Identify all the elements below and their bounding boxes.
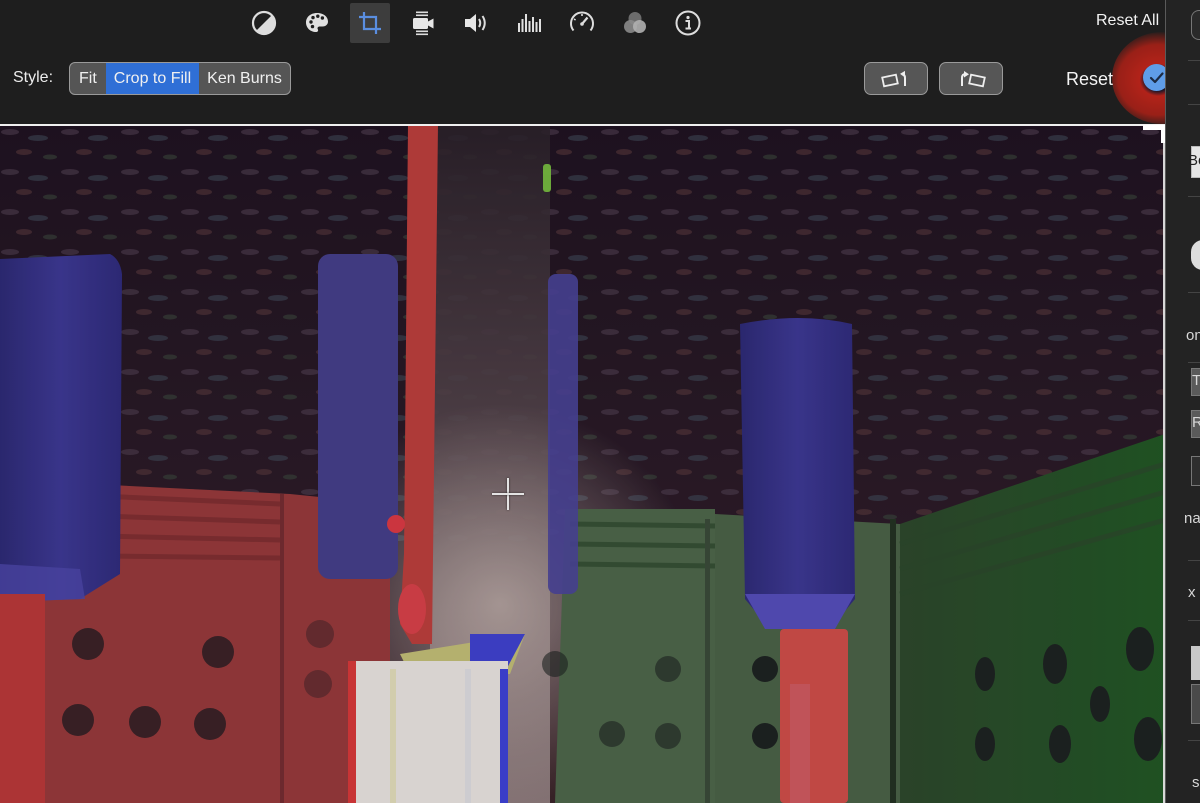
inspector-field[interactable] xyxy=(1191,456,1200,486)
tool-color-correction[interactable] xyxy=(297,3,337,43)
tool-speed[interactable] xyxy=(562,3,602,43)
tool-equalizer[interactable] xyxy=(509,3,549,43)
divider xyxy=(1188,620,1200,621)
tool-cropping[interactable] xyxy=(350,3,390,43)
equalizer-icon xyxy=(518,14,541,32)
inspector-text-fragment: x xyxy=(1188,584,1196,601)
style-label: Style: xyxy=(13,69,54,86)
tool-color-balance[interactable] xyxy=(244,3,284,43)
crop-style-segmented-control: Fit Crop to Fill Ken Burns xyxy=(69,62,291,95)
inspector-text-fragment: on xyxy=(1186,327,1200,344)
style-ken-burns-button[interactable]: Ken Burns xyxy=(199,63,290,94)
inspector-panel-edge: Bo on T R na x s xyxy=(1165,0,1200,803)
inspector-field[interactable] xyxy=(1191,684,1200,724)
reset-all-button[interactable]: Reset All xyxy=(1096,12,1159,30)
divider xyxy=(1188,196,1200,197)
rotate-clockwise-button[interactable] xyxy=(939,62,1003,95)
tool-volume[interactable] xyxy=(456,3,496,43)
tool-stabilization[interactable] xyxy=(403,3,443,43)
overlapping-circles-icon xyxy=(624,12,646,33)
video-frame xyxy=(0,124,1165,803)
style-crop-to-fill-button[interactable]: Crop to Fill xyxy=(105,63,200,94)
inspector-text-fragment: Bo xyxy=(1188,152,1200,169)
inspector-text-fragment: T xyxy=(1192,372,1200,389)
inspector-text-fragment: s xyxy=(1192,774,1200,791)
adjustments-toolbar: Reset All Style: Fit Crop to Fill Ken Bu… xyxy=(0,0,1200,124)
crop-viewer[interactable] xyxy=(0,124,1165,803)
tool-clip-info[interactable] xyxy=(668,3,708,43)
info-icon xyxy=(675,10,701,36)
crop-icon xyxy=(359,12,381,34)
video-camera-icon xyxy=(413,11,434,36)
inspector-control[interactable] xyxy=(1191,10,1200,40)
rotate-clockwise-icon xyxy=(961,70,986,87)
speedometer-icon xyxy=(570,11,594,32)
rotate-counterclockwise-button[interactable] xyxy=(864,62,928,95)
divider xyxy=(1188,292,1200,293)
inspector-field[interactable] xyxy=(1191,646,1200,680)
style-fit-button[interactable]: Fit xyxy=(70,63,106,94)
half-circle-icon xyxy=(251,10,277,36)
inspector-text-fragment: R xyxy=(1192,414,1200,431)
tool-clip-filter[interactable] xyxy=(615,3,655,43)
divider xyxy=(1188,104,1200,105)
palette-icon xyxy=(306,13,328,32)
crop-frame-top-edge xyxy=(0,124,1165,126)
reset-button[interactable]: Reset xyxy=(1066,69,1113,90)
divider xyxy=(1188,740,1200,741)
inspector-text-fragment: na xyxy=(1184,510,1200,527)
checkmark-icon xyxy=(1149,72,1164,84)
divider xyxy=(1188,60,1200,61)
inspector-toggle[interactable] xyxy=(1191,240,1200,270)
divider xyxy=(1188,560,1200,561)
adjustment-tool-group xyxy=(244,3,721,43)
crop-center-crosshair[interactable] xyxy=(492,478,524,510)
speaker-icon xyxy=(465,14,486,32)
divider xyxy=(1188,362,1200,363)
rotate-counterclockwise-icon xyxy=(881,70,906,87)
crop-corner-handle[interactable] xyxy=(1143,125,1166,143)
